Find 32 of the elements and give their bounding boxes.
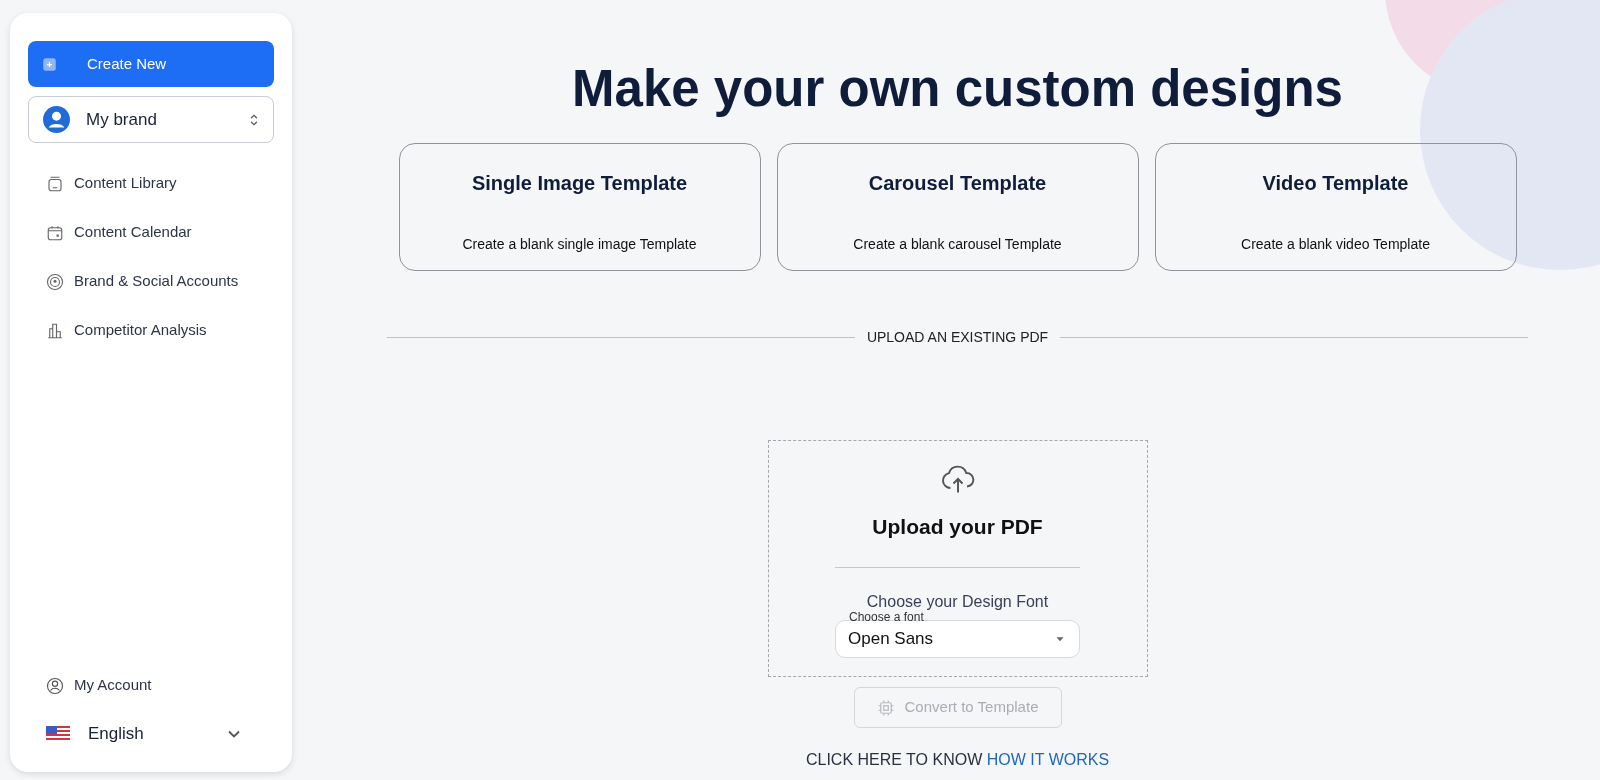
template-title: Single Image Template <box>471 171 688 197</box>
font-prompt: Choose your Design Font <box>866 591 1049 612</box>
plus-icon <box>42 56 57 72</box>
template-card[interactable]: Video Template Create a blank video Template <box>1154 143 1517 272</box>
template-description: Create a blank video Template <box>1241 235 1430 255</box>
calendar-icon <box>46 223 64 242</box>
chip-icon <box>876 698 895 717</box>
template-card[interactable]: Carousel Template Create a blank carousel Template <box>776 143 1139 272</box>
nav-item[interactable]: Competitor Analysis <box>28 306 274 355</box>
create-new-button[interactable]: Create New <box>28 41 274 87</box>
upload-dropzone[interactable]: Upload your PDF Choose your Design Font Choose a font Open Sans <box>767 440 1148 678</box>
bar-chart-icon <box>46 321 64 340</box>
broadcast-icon <box>46 272 64 291</box>
brand-select[interactable]: My brand <box>28 96 274 143</box>
language-select[interactable]: English <box>70 721 274 747</box>
template-title: Carousel Template <box>868 171 1047 197</box>
template-title: Video Template <box>1262 171 1409 197</box>
template-description: Create a blank carousel Template <box>853 235 1062 255</box>
nav-item[interactable]: Brand & Social Accounts <box>28 257 274 306</box>
nav-item[interactable]: My Account <box>28 661 274 710</box>
template-card[interactable]: Single Image Template Create a blank single image Template <box>398 143 761 272</box>
nav-item[interactable]: Content Calendar <box>28 208 274 257</box>
section-divider-label: UPLOAD AN EXISTING PDF <box>866 328 1049 348</box>
page-heading: Make your own custom designs <box>572 61 1343 118</box>
help-text: CLICK HERE TO KNOW <box>805 751 984 768</box>
nav-item[interactable]: Content Library <box>28 159 274 208</box>
user-avatar-icon <box>43 106 70 133</box>
upload-title: Upload your PDF <box>872 514 1043 541</box>
archive-box-icon <box>46 174 64 193</box>
user-circle-icon <box>46 676 64 695</box>
template-description: Create a blank single image Template <box>462 235 697 255</box>
how-it-works-link[interactable]: HOW IT WORKS <box>986 751 1110 768</box>
